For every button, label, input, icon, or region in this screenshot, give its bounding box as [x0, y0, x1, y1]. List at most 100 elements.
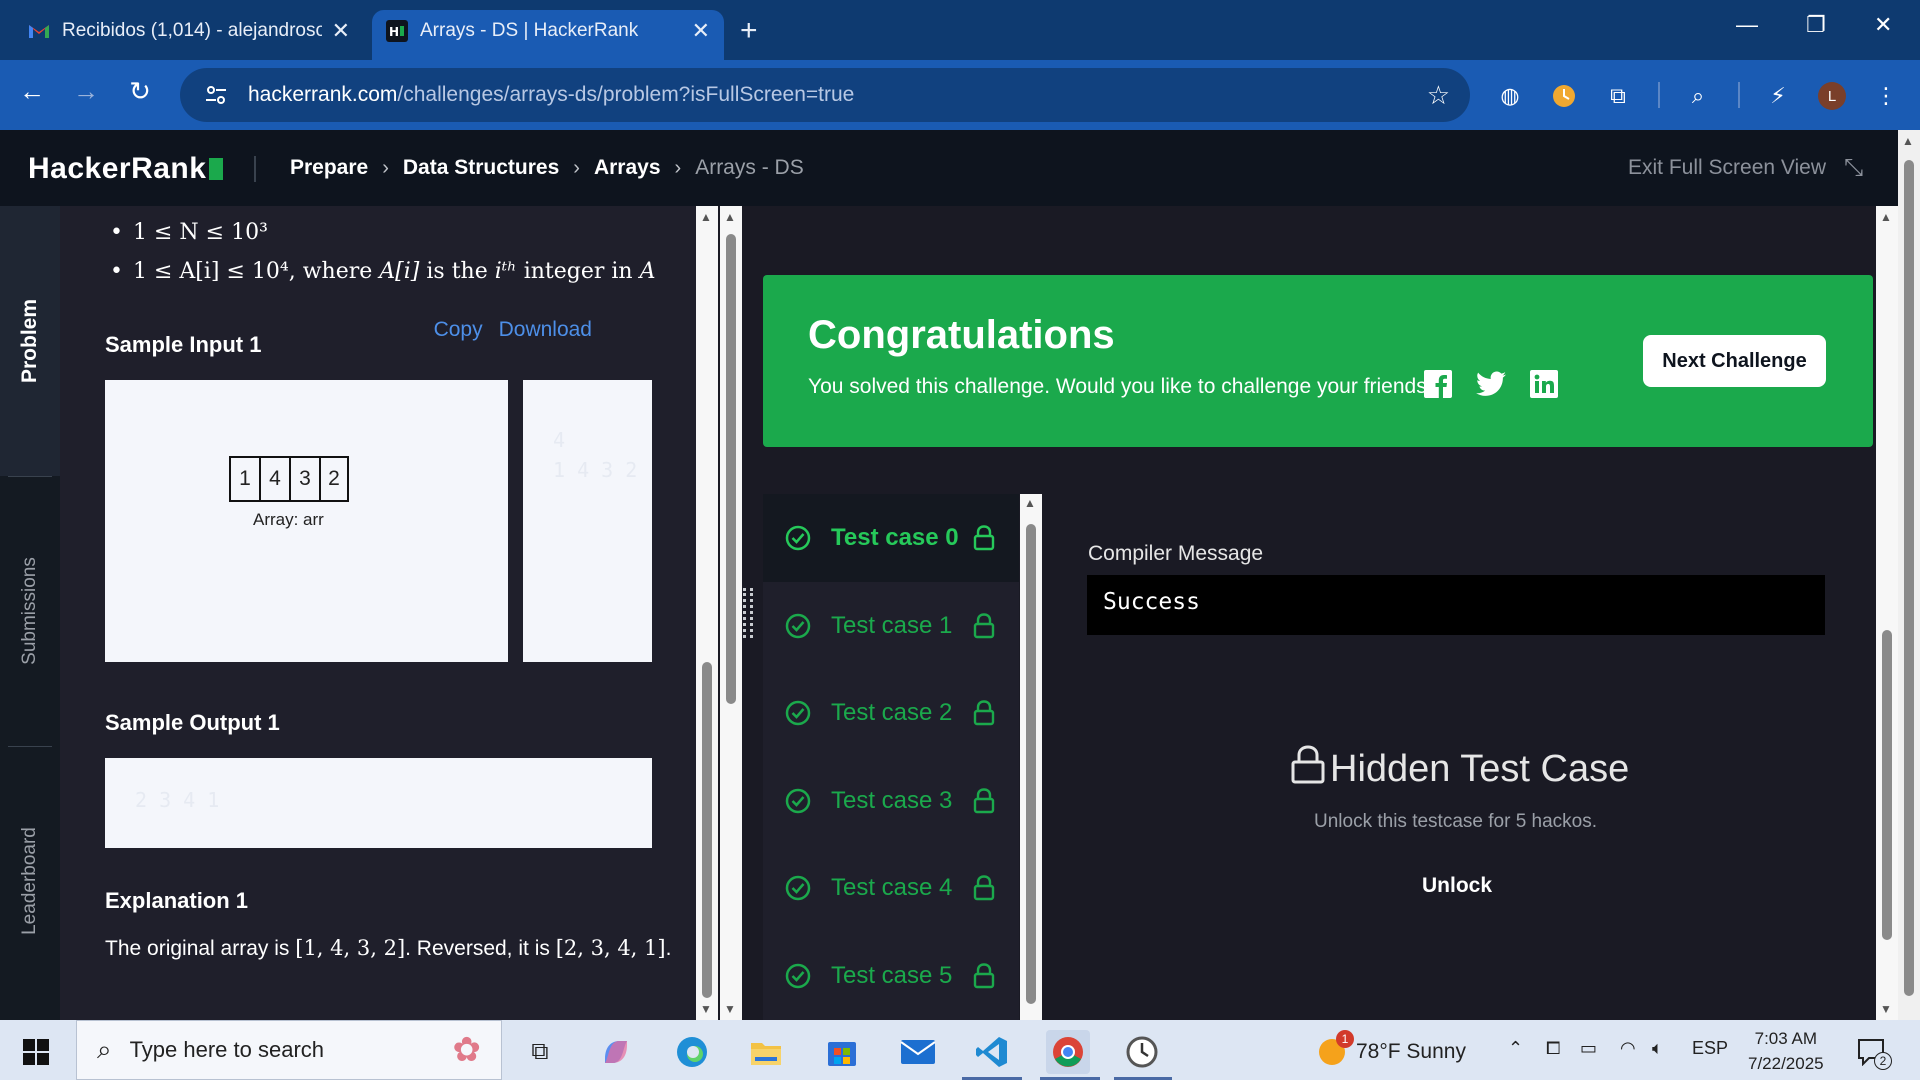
pane-resize-handle[interactable] [743, 588, 753, 638]
edge-icon[interactable] [670, 1030, 714, 1074]
bookmark-star-icon[interactable]: ☆ [1427, 80, 1450, 111]
copy-link[interactable]: Copy [434, 318, 483, 342]
close-window-icon[interactable]: ✕ [1874, 12, 1892, 38]
language-indicator[interactable]: ESP [1692, 1038, 1728, 1059]
problem-scrollbar-inner[interactable]: ▲ ▼ [720, 206, 742, 1020]
chevron-right-icon: › [382, 156, 389, 179]
download-link[interactable]: Download [499, 318, 592, 342]
hackerrank-header: HackerRank Prepare › Data Structures › A… [0, 130, 1900, 206]
tab-close-icon[interactable]: ✕ [692, 18, 710, 44]
search-icon: ⌕ [97, 1034, 112, 1064]
url-text: hackerrank.com/challenges/arrays-ds/prob… [248, 83, 855, 106]
test-case-scrollbar[interactable]: ▲ [1020, 494, 1042, 1020]
back-icon[interactable]: ← [14, 76, 50, 107]
compiler-message-label: Compiler Message [1088, 542, 1264, 565]
performance-icon[interactable]: ⚡ [1762, 80, 1794, 112]
new-tab-icon[interactable]: + [740, 14, 758, 48]
breadcrumb-arrays[interactable]: Arrays [594, 156, 661, 180]
test-case-label: Test case 4 [831, 874, 953, 901]
compiler-message-box: Success [1087, 575, 1825, 635]
taskbar-search[interactable]: ⌕ Type here to search ✿ [76, 1020, 502, 1080]
forward-icon[interactable]: → [68, 76, 104, 107]
site-info-icon[interactable] [200, 79, 232, 111]
profile-avatar[interactable]: L [1816, 80, 1848, 112]
collapse-icon[interactable]: ⤡ [1844, 154, 1863, 182]
sidenav-problem[interactable]: Problem [0, 266, 60, 416]
hackerrank-logo[interactable]: HackerRank [28, 152, 224, 186]
breadcrumb-prepare[interactable]: Prepare [290, 156, 368, 180]
windows-start-icon[interactable] [14, 1030, 58, 1074]
page-scrollbar[interactable]: ▲ [1898, 130, 1920, 1020]
test-case-label: Test case 2 [831, 699, 953, 726]
reload-icon[interactable]: ↻ [122, 76, 158, 107]
array-cell: 4 [259, 456, 289, 502]
copilot-icon[interactable] [594, 1030, 638, 1074]
tab-title: Arrays - DS | HackerRank [420, 20, 639, 41]
test-case-5[interactable]: Test case 5 [763, 932, 1019, 1020]
check-circle-icon [785, 525, 811, 551]
clock-app-icon[interactable] [1120, 1030, 1164, 1074]
sidenav-submissions[interactable]: Submissions [0, 536, 60, 686]
meet-now-icon[interactable]: ⧠ [1546, 1038, 1560, 1059]
restore-icon[interactable]: ❐ [1806, 12, 1826, 38]
facebook-icon[interactable] [1423, 369, 1453, 399]
gmail-icon [28, 20, 50, 42]
tab-gmail[interactable]: Recibidos (1,014) - alejandrosot ✕ [14, 10, 364, 52]
sample-input-text: 4 1 4 3 2 [523, 380, 652, 662]
browser-tab-bar: Recibidos (1,014) - alejandrosot ✕ H Arr… [0, 0, 1920, 60]
test-case-label: Test case 1 [831, 611, 953, 639]
extension-clock-icon[interactable] [1548, 80, 1580, 112]
twitter-icon[interactable] [1476, 369, 1506, 399]
chrome-icon[interactable] [1046, 1030, 1090, 1074]
test-case-4[interactable]: Test case 4 [763, 844, 1019, 932]
file-explorer-icon[interactable] [744, 1030, 788, 1074]
media-search-icon[interactable]: ⌕ [1682, 80, 1714, 112]
mail-icon[interactable] [896, 1030, 940, 1074]
check-circle-icon [785, 613, 811, 639]
tab-close-icon[interactable]: ✕ [332, 18, 350, 44]
lock-icon [973, 787, 995, 814]
minimize-icon[interactable]: — [1736, 12, 1758, 38]
array-label: Array: arr [253, 510, 324, 529]
sample-actions: Copy Download [434, 318, 592, 342]
next-challenge-button[interactable]: Next Challenge [1643, 335, 1826, 387]
task-view-icon[interactable]: ⧉ [518, 1030, 562, 1074]
constraints-list: 1 ≤ N ≤ 10³ 1 ≤ A[i] ≤ 10⁴, where A[i] i… [110, 220, 655, 298]
notifications-icon[interactable]: 2 [1850, 1030, 1894, 1074]
battery-icon[interactable]: ▭ [1580, 1038, 1597, 1059]
tab-hackerrank[interactable]: H Arrays - DS | HackerRank ✕ [372, 10, 724, 60]
system-clock[interactable]: 7:03 AM 7/22/2025 [1748, 1026, 1824, 1076]
sample-input-title: Sample Input 1 [105, 332, 262, 357]
problem-scrollbar-outer[interactable]: ▲ ▼ [696, 206, 718, 1020]
test-case-2[interactable]: Test case 2 [763, 669, 1019, 757]
volume-icon[interactable]: 🔈︎ [1652, 1038, 1663, 1059]
breadcrumb-data-structures[interactable]: Data Structures [403, 156, 559, 180]
linkedin-icon[interactable] [1529, 369, 1559, 399]
unlock-button[interactable]: Unlock [1422, 874, 1492, 898]
array-diagram: 1 4 3 2 [229, 456, 349, 502]
sample-output-title: Sample Output 1 [105, 710, 280, 735]
sample-input-line: 1 4 3 2 [553, 458, 638, 482]
results-scrollbar[interactable]: ▲ ▼ [1876, 206, 1898, 1020]
sidenav-leaderboard[interactable]: Leaderboard [0, 806, 60, 956]
wifi-icon[interactable]: ◠ [1620, 1038, 1636, 1059]
exit-full-screen-link[interactable]: Exit Full Screen View [1628, 156, 1826, 180]
explanation-text: The original array is [1, 4, 3, 2]. Reve… [105, 936, 672, 960]
breadcrumb: Prepare › Data Structures › Arrays › Arr… [290, 156, 804, 180]
test-case-3[interactable]: Test case 3 [763, 757, 1019, 845]
extensions-puzzle-icon[interactable]: ⧉ [1602, 80, 1634, 112]
extension-globe-icon[interactable]: ◍ [1494, 80, 1526, 112]
sun-icon: 1 [1316, 1030, 1354, 1068]
address-bar[interactable]: hackerrank.com/challenges/arrays-ds/prob… [180, 68, 1470, 122]
hidden-test-case-title: Hidden Test Case [1290, 744, 1629, 794]
microsoft-store-icon[interactable] [820, 1030, 864, 1074]
show-hidden-icons[interactable]: ⌃ [1508, 1038, 1523, 1059]
check-circle-icon [785, 875, 811, 901]
test-case-1[interactable]: Test case 1 [763, 582, 1019, 670]
array-cell: 3 [289, 456, 319, 502]
vscode-icon[interactable] [970, 1030, 1014, 1074]
array-cell: 1 [229, 456, 259, 502]
test-case-0[interactable]: Test case 0 [763, 494, 1019, 582]
browser-menu-icon[interactable]: ⋮ [1870, 80, 1902, 112]
weather-widget[interactable]: 1 78°F Sunny [1316, 1030, 1466, 1068]
